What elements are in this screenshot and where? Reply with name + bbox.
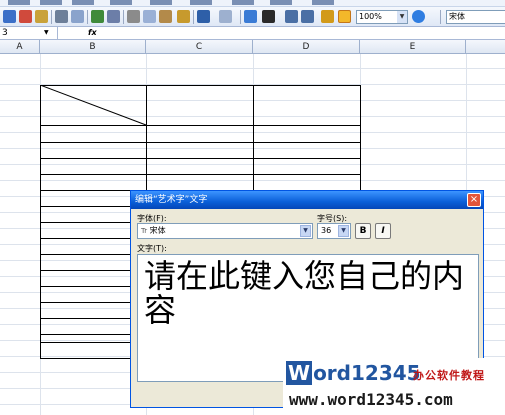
permission-icon[interactable] xyxy=(19,10,32,23)
drawing-icon[interactable] xyxy=(338,10,351,23)
chart-icon[interactable] xyxy=(321,10,334,23)
bold-button[interactable]: B xyxy=(355,223,371,239)
menu-item[interactable] xyxy=(110,0,132,5)
watermark: Word12345 办公软件教程 www.word12345.com xyxy=(283,358,505,415)
hyperlink-icon[interactable] xyxy=(244,10,257,23)
name-box[interactable]: 3 ▼ xyxy=(0,27,58,40)
menu-item[interactable] xyxy=(312,0,334,5)
print-icon[interactable] xyxy=(55,10,68,23)
save-icon[interactable] xyxy=(3,10,16,23)
watermark-url: www.word12345.com xyxy=(289,390,453,409)
close-icon[interactable]: × xyxy=(467,193,481,207)
menu-item[interactable] xyxy=(40,0,62,5)
font-name-value: 宋体 xyxy=(449,12,465,21)
redo-icon[interactable] xyxy=(219,10,232,23)
column-header[interactable]: A xyxy=(0,40,40,54)
toolbar-separator xyxy=(193,10,194,24)
dialog-title-bar[interactable]: 编辑“艺术字”文字 xyxy=(131,191,483,209)
toolbar-separator xyxy=(440,10,441,24)
chevron-down-icon[interactable]: ▼ xyxy=(338,225,349,237)
diagonal-header-line xyxy=(40,85,147,126)
help-icon[interactable] xyxy=(412,10,425,23)
copy-icon[interactable] xyxy=(143,10,156,23)
dialog-title: 编辑“艺术字”文字 xyxy=(135,195,208,205)
zoom-combo[interactable]: 100% ▼ xyxy=(356,10,408,24)
column-header[interactable]: D xyxy=(253,40,360,54)
sort-asc-icon[interactable] xyxy=(285,10,298,23)
italic-button[interactable]: I xyxy=(375,223,391,239)
size-select[interactable]: 36 ▼ xyxy=(317,223,351,239)
menu-item[interactable] xyxy=(270,0,292,5)
font-select-value: 宋体 xyxy=(149,226,166,235)
paste-icon[interactable] xyxy=(159,10,172,23)
chevron-down-icon[interactable]: ▼ xyxy=(397,11,407,23)
standard-toolbar: 100% ▼ 宋体 xyxy=(0,7,505,27)
formula-bar[interactable] xyxy=(0,27,505,40)
menu-item[interactable] xyxy=(232,0,254,5)
chevron-down-icon[interactable]: ▼ xyxy=(44,27,49,39)
menu-item[interactable] xyxy=(8,0,30,5)
menu-item[interactable] xyxy=(190,0,212,5)
menu-bar xyxy=(0,0,505,7)
watermark-logo: Word12345 xyxy=(286,361,421,385)
column-header-row: A B C D E xyxy=(0,40,505,54)
font-name-combo[interactable]: 宋体 xyxy=(446,10,505,24)
toolbar-separator xyxy=(123,10,124,24)
truetype-icon: Tr xyxy=(141,227,148,235)
name-box-value: 3 xyxy=(2,28,8,38)
zoom-value: 100% xyxy=(359,12,382,21)
column-header[interactable]: C xyxy=(146,40,253,54)
text-label: 文字(T): xyxy=(137,244,167,253)
fx-icon[interactable]: fx xyxy=(88,27,102,40)
preview-icon[interactable] xyxy=(71,10,84,23)
watermark-tagline: 办公软件教程 xyxy=(413,369,485,382)
font-select[interactable]: Tr 宋体 ▼ xyxy=(137,223,313,239)
research-icon[interactable] xyxy=(107,10,120,23)
toolbar-separator xyxy=(87,10,88,24)
toolbar-separator xyxy=(240,10,241,24)
undo-icon[interactable] xyxy=(197,10,210,23)
chevron-down-icon[interactable]: ▼ xyxy=(300,225,311,237)
column-header[interactable]: E xyxy=(360,40,466,54)
column-header[interactable]: B xyxy=(40,40,146,54)
menu-item[interactable] xyxy=(150,0,172,5)
toolbar-separator xyxy=(51,10,52,24)
email-icon[interactable] xyxy=(35,10,48,23)
size-select-value: 36 xyxy=(321,226,332,235)
menu-item[interactable] xyxy=(72,0,94,5)
cut-icon[interactable] xyxy=(127,10,140,23)
autosum-icon[interactable] xyxy=(262,10,275,23)
sort-desc-icon[interactable] xyxy=(301,10,314,23)
spelling-icon[interactable] xyxy=(91,10,104,23)
format-painter-icon[interactable] xyxy=(177,10,190,23)
